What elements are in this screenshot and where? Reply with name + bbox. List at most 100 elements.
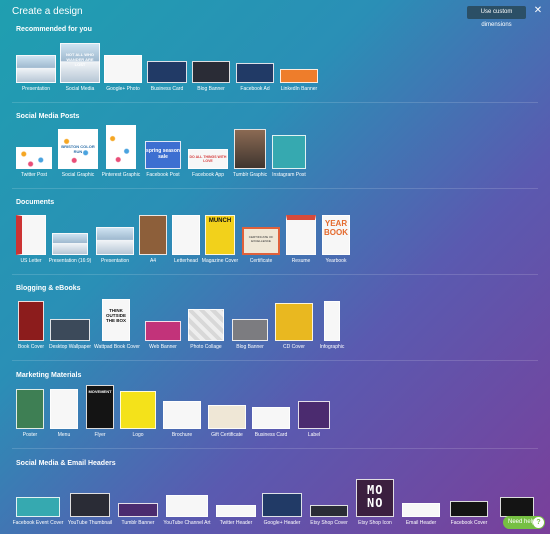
thumbnail: DO ALL THINGS WITH LOVE	[188, 149, 228, 169]
thumbnail	[16, 389, 44, 429]
top-bar: Create a design Use custom dimensions ✕	[0, 0, 550, 28]
thumbnail	[50, 319, 90, 341]
thumbnail: THINK OUTSIDE THE BOX	[102, 299, 130, 341]
design-tile-gift-certificate[interactable]: Gift Certificate	[208, 402, 246, 438]
design-tile-magazine-cover[interactable]: MUNCH Magazine Cover	[202, 214, 238, 264]
design-tile-a4[interactable]: A4	[139, 214, 167, 264]
design-tile-google-header[interactable]: Google+ Header	[262, 490, 302, 526]
design-tile-facebook-ad[interactable]: Facebook Ad	[236, 56, 274, 92]
design-tile-facebook-post[interactable]: spring season sale Facebook Post	[145, 134, 181, 178]
design-tile-instagram-post[interactable]: Instagram Post	[272, 128, 306, 178]
design-tile-book-cover[interactable]: Book Cover	[18, 300, 44, 350]
thumbnail	[16, 497, 60, 517]
design-tile-business-card-2[interactable]: Business Card	[252, 404, 290, 438]
design-tile-menu[interactable]: Menu	[50, 388, 78, 438]
need-help-button[interactable]: Need help ?	[503, 516, 545, 529]
design-tile-social-media[interactable]: NOT ALL WHO WANDER ARE LOST Social Media	[60, 40, 100, 92]
tile-label: Infographic	[319, 344, 345, 350]
thumbnail: BRISTON COLOR RUN	[58, 129, 98, 169]
thumbnail	[96, 227, 134, 255]
tile-label: Facebook Cover	[450, 520, 488, 526]
page-title: Create a design	[12, 6, 83, 17]
need-help-label: Need help	[508, 519, 536, 525]
design-tile-cd-cover[interactable]: CD Cover	[275, 302, 313, 350]
thumbnail	[275, 303, 313, 341]
design-tile-brochure[interactable]: Brochure	[163, 398, 201, 438]
design-tile-flyer[interactable]: MOVEMENT Flyer	[86, 384, 114, 438]
design-tile-photo-collage[interactable]: Photo Collage	[188, 306, 224, 350]
divider	[12, 188, 538, 189]
design-tile-us-letter[interactable]: US Letter	[16, 214, 46, 264]
thumbnail: YEAR BOOK	[322, 215, 350, 255]
design-tile-business-card[interactable]: Business Card	[147, 52, 187, 92]
thumbnail	[139, 215, 167, 255]
thumbnail	[280, 69, 318, 83]
design-tile-presentation-16-9[interactable]: Presentation (16:9)	[49, 230, 91, 264]
thumbnail-text: MO NO	[367, 483, 384, 510]
thumbnail: NOT ALL WHO WANDER ARE LOST	[60, 43, 100, 83]
design-tile-email-header[interactable]: Email Header	[402, 500, 440, 526]
thumbnail	[104, 55, 142, 83]
thumbnail	[188, 309, 224, 341]
design-tile-web-banner[interactable]: Web Banner	[145, 316, 181, 350]
design-tile-facebook-app[interactable]: DO ALL THINGS WITH LOVE Facebook App	[188, 144, 228, 178]
design-tile-tumblr-graphic[interactable]: Tumblr Graphic	[233, 128, 267, 178]
divider	[12, 448, 538, 449]
thumbnail	[106, 125, 136, 169]
section-title: Social Media Posts	[16, 113, 80, 120]
section-title: Recommended for you	[16, 26, 92, 33]
design-tile-certificate[interactable]: CERTIFICATE OF EXCELLENCE Certificate	[242, 224, 280, 264]
custom-dimensions-button[interactable]: Use custom dimensions	[467, 6, 526, 28]
thumbnail	[118, 503, 158, 517]
design-tile-twitter-post[interactable]: Twitter Post	[16, 140, 52, 178]
design-tile-youtube-thumbnail[interactable]: YouTube Thumbnail	[68, 490, 112, 526]
design-tile-blog-banner[interactable]: Blog Banner	[192, 52, 230, 92]
design-tile-poster[interactable]: Poster	[16, 388, 44, 438]
design-tile-presentation-doc[interactable]: Presentation	[96, 226, 134, 264]
tile-label: Facebook Event Cover	[12, 520, 64, 526]
design-tile-etsy-shop-cover[interactable]: Etsy Shop Cover	[310, 502, 348, 526]
thumbnail	[163, 401, 201, 429]
thumbnail	[52, 233, 88, 255]
design-tile-google-photo[interactable]: Google+ Photo	[104, 44, 142, 92]
design-tile-logo[interactable]: Logo	[120, 388, 156, 438]
thumbnail	[450, 501, 488, 517]
thumbnail	[234, 129, 266, 169]
design-tile-facebook-event-cover[interactable]: Facebook Event Cover	[13, 496, 63, 526]
thumbnail	[145, 321, 181, 341]
design-tile-pinterest-graphic[interactable]: Pinterest Graphic	[102, 124, 140, 178]
thumbnail: MO NO	[356, 479, 394, 517]
design-tile-blog-banner-2[interactable]: Blog Banner	[232, 316, 268, 350]
tile-label: LinkedIn Banner	[280, 86, 318, 92]
thumbnail	[500, 497, 534, 517]
design-tile-presentation[interactable]: Presentation	[16, 44, 56, 92]
section-title: Blogging & eBooks	[16, 285, 81, 292]
design-tile-etsy-shop-icon[interactable]: MO NO Etsy Shop Icon	[356, 474, 394, 526]
design-tile-letterhead[interactable]: Letterhead	[172, 214, 200, 264]
design-tile-desktop-wallpaper[interactable]: Desktop Wallpaper	[49, 316, 91, 350]
divider	[12, 274, 538, 275]
thumbnail	[50, 389, 78, 429]
design-tile-wattpad-book-cover[interactable]: THINK OUTSIDE THE BOX Wattpad Book Cover	[94, 299, 140, 350]
design-tile-youtube-channel-art[interactable]: YouTube Channel Art	[163, 492, 211, 526]
tile-label: Instagram Post	[272, 172, 306, 178]
design-tile-linkedin-banner[interactable]: LinkedIn Banner	[280, 62, 318, 92]
tile-label: Wattpad Book Cover	[94, 344, 140, 350]
thumbnail: spring season sale	[145, 141, 181, 169]
design-tile-twitter-header[interactable]: Twitter Header	[216, 502, 256, 526]
thumbnail	[16, 55, 56, 83]
divider	[12, 102, 538, 103]
thumbnail	[310, 505, 348, 517]
thumbnail	[298, 401, 330, 429]
thumbnail	[208, 405, 246, 429]
design-tile-facebook-cover[interactable]: Facebook Cover	[450, 498, 488, 526]
design-tile-tumblr-banner[interactable]: Tumblr Banner	[118, 500, 158, 526]
design-tile-social-graphic[interactable]: BRISTON COLOR RUN Social Graphic	[58, 128, 98, 178]
close-icon[interactable]: ✕	[532, 5, 544, 17]
help-icon: ?	[533, 517, 544, 528]
design-tile-label[interactable]: Label	[298, 398, 330, 438]
design-tile-yearbook[interactable]: YEAR BOOK Yearbook	[322, 214, 350, 264]
design-tile-resume[interactable]: Resume	[286, 214, 316, 264]
design-tile-infographic[interactable]: Infographic	[320, 300, 344, 350]
thumbnail	[216, 505, 256, 517]
